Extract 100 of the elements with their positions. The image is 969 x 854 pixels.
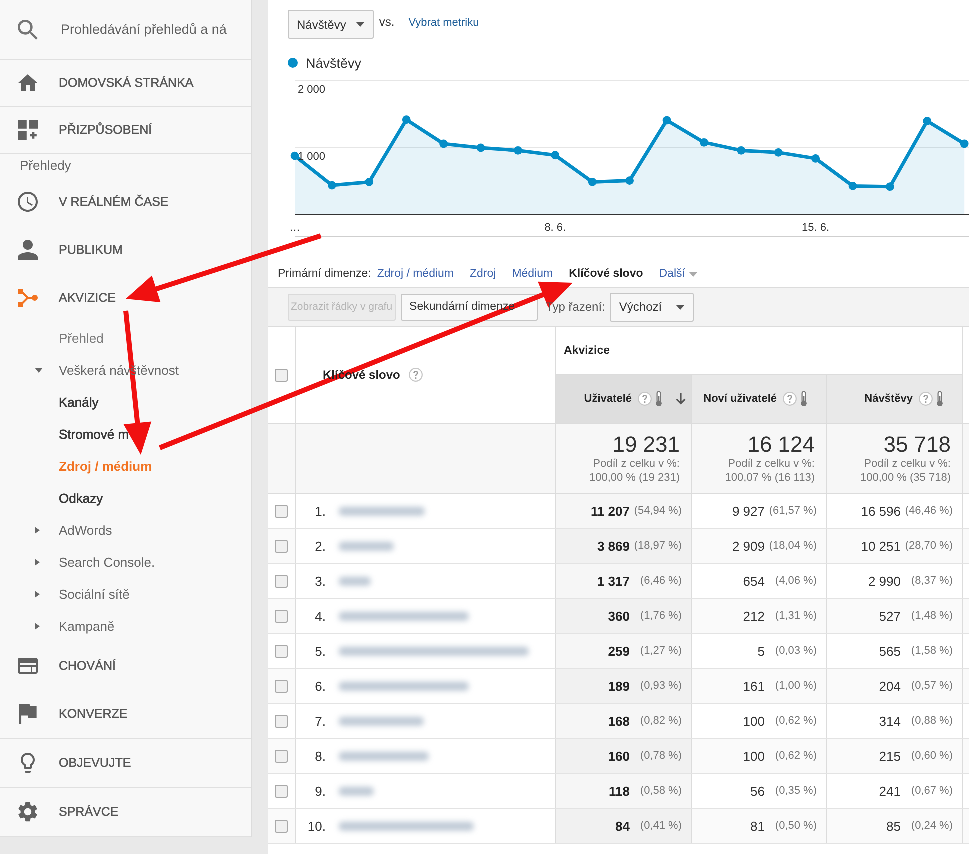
help-icon[interactable] — [409, 368, 424, 382]
nav-subitem[interactable]: Odkazy — [0, 482, 251, 514]
cell-value: 56 — [750, 784, 765, 798]
row-index: 7. — [314, 714, 326, 728]
cell-percent: (1,00 %) — [774, 680, 817, 692]
nav-subitem[interactable]: Přehled — [0, 322, 251, 354]
dimension-tab[interactable]: Médium — [512, 268, 554, 280]
x-tick-label: … — [290, 222, 300, 234]
cell-percent: (0,78 %) — [639, 750, 682, 762]
nav-item[interactable]: AKVIZICE — [0, 274, 251, 322]
thermometer-icon[interactable] — [655, 391, 663, 407]
dimension-tab[interactable]: Zdroj / médium — [377, 268, 454, 280]
caret-icon — [689, 272, 698, 276]
nav-subitem[interactable]: Kanály — [0, 386, 251, 418]
help-icon[interactable] — [783, 392, 797, 406]
data-point[interactable] — [737, 146, 746, 155]
data-point[interactable] — [848, 182, 858, 190]
cell-value: 160 — [608, 748, 630, 764]
triangle-right-icon[interactable] — [35, 526, 40, 534]
data-point[interactable] — [551, 151, 560, 160]
row-checkbox[interactable] — [275, 574, 288, 588]
cell-value: 10 251 — [861, 538, 901, 554]
row-checkbox[interactable] — [275, 680, 288, 692]
thermometer-icon[interactable] — [800, 391, 808, 407]
data-point[interactable] — [923, 117, 932, 126]
nav-item[interactable]: KONVERZE — [0, 690, 251, 738]
nav-subitem[interactable]: Sociální sítě — [0, 578, 251, 610]
data-point[interactable] — [402, 116, 411, 124]
nav-item[interactable]: V REÁLNÉM ČASE — [0, 178, 251, 226]
cell-percent: (1,48 %) — [910, 610, 953, 622]
dimension-tab[interactable]: Klíčové slovo — [569, 268, 644, 280]
data-point[interactable] — [476, 144, 486, 152]
row-checkbox[interactable] — [275, 610, 288, 622]
cell-percent: (0,03 %) — [774, 645, 817, 657]
triangle-right-icon[interactable] — [35, 590, 40, 598]
cell-value: 2 909 — [732, 538, 765, 554]
data-point[interactable] — [626, 176, 634, 186]
thermometer-icon[interactable] — [936, 391, 944, 407]
total-share: 100,07 % (16 113) — [725, 471, 815, 485]
row-checkbox[interactable] — [275, 714, 288, 728]
cell-percent: (46,46 %) — [904, 505, 953, 517]
select-metric-link[interactable]: Vybrat metriku — [408, 17, 480, 29]
caret-icon — [356, 22, 366, 27]
triangle-right-icon[interactable] — [35, 622, 40, 630]
cell-percent: (8,37 %) — [910, 575, 953, 587]
nav-subitem[interactable]: Kampaně — [0, 610, 251, 642]
nav-item[interactable]: SPRÁVCE — [0, 787, 251, 837]
nav-item[interactable]: PUBLIKUM — [0, 226, 251, 274]
data-point[interactable] — [328, 181, 336, 190]
column-header[interactable]: Uživatelé — [556, 375, 692, 423]
row-checkbox[interactable] — [275, 820, 288, 832]
metric-dropdown[interactable]: Návštěvy — [288, 10, 374, 39]
data-point[interactable] — [290, 152, 300, 160]
help-icon[interactable] — [919, 392, 933, 406]
cell-value: 654 — [743, 574, 765, 588]
data-point[interactable] — [812, 154, 820, 163]
nav-subitem[interactable]: Search Console. — [0, 546, 251, 578]
nav-item[interactable]: CHOVÁNÍ — [0, 642, 251, 690]
select-all-checkbox[interactable] — [275, 368, 288, 382]
row-checkbox[interactable] — [275, 644, 288, 658]
data-point[interactable] — [365, 178, 374, 186]
nav-subitem[interactable]: Stromové m — [0, 418, 251, 450]
cell-percent: (0,41 %) — [639, 820, 682, 832]
nav-item[interactable]: DOMOVSKÁ STRÁNKA — [0, 60, 251, 107]
triangle-down-icon[interactable] — [35, 368, 43, 372]
row-checkbox[interactable] — [275, 540, 288, 552]
search-field[interactable]: Prohledávání přehledů a ná — [61, 22, 241, 37]
data-point[interactable] — [774, 148, 783, 157]
nav-item[interactable]: PŘIZPŮSOBENÍ — [0, 107, 251, 154]
data-point[interactable] — [700, 138, 708, 147]
cell-value: 11 207 — [590, 504, 630, 518]
row-index: 4. — [314, 608, 326, 624]
data-point[interactable] — [514, 146, 522, 155]
cell-percent: (0,88 %) — [910, 715, 953, 727]
sort-arrow-icon[interactable] — [675, 393, 687, 405]
data-point[interactable] — [588, 178, 597, 186]
cell-percent: (0,62 %) — [774, 750, 817, 762]
nav-subitem[interactable]: AdWords — [0, 514, 251, 546]
more-dimensions-button[interactable]: Další — [659, 268, 698, 280]
sort-type-dropdown[interactable]: Výchozí — [610, 292, 694, 322]
cell-percent: (0,57 %) — [910, 680, 953, 692]
column-header[interactable]: Noví uživatelé — [692, 375, 827, 423]
row-checkbox[interactable] — [275, 750, 288, 762]
help-icon[interactable] — [638, 392, 652, 406]
row-checkbox[interactable] — [275, 784, 288, 798]
dimension-tab[interactable]: Zdroj — [470, 268, 496, 280]
row-index: 8. — [314, 748, 326, 764]
data-point[interactable] — [960, 140, 969, 148]
total-share-label: Podíl z celku v %: — [864, 457, 951, 471]
triangle-right-icon[interactable] — [35, 558, 40, 566]
data-point[interactable] — [662, 116, 672, 125]
nav-item[interactable]: OBJEVUJTE — [0, 738, 251, 787]
cell-value: 3 869 — [597, 538, 630, 554]
row-checkbox[interactable] — [275, 504, 288, 518]
data-point[interactable] — [886, 182, 894, 192]
total-share: 100,00 % (19 231) — [589, 471, 680, 485]
column-header[interactable]: Návštěvy — [827, 375, 963, 423]
data-point[interactable] — [440, 140, 448, 148]
cell-value: 9 927 — [732, 504, 765, 518]
cell-value: 204 — [879, 678, 901, 694]
